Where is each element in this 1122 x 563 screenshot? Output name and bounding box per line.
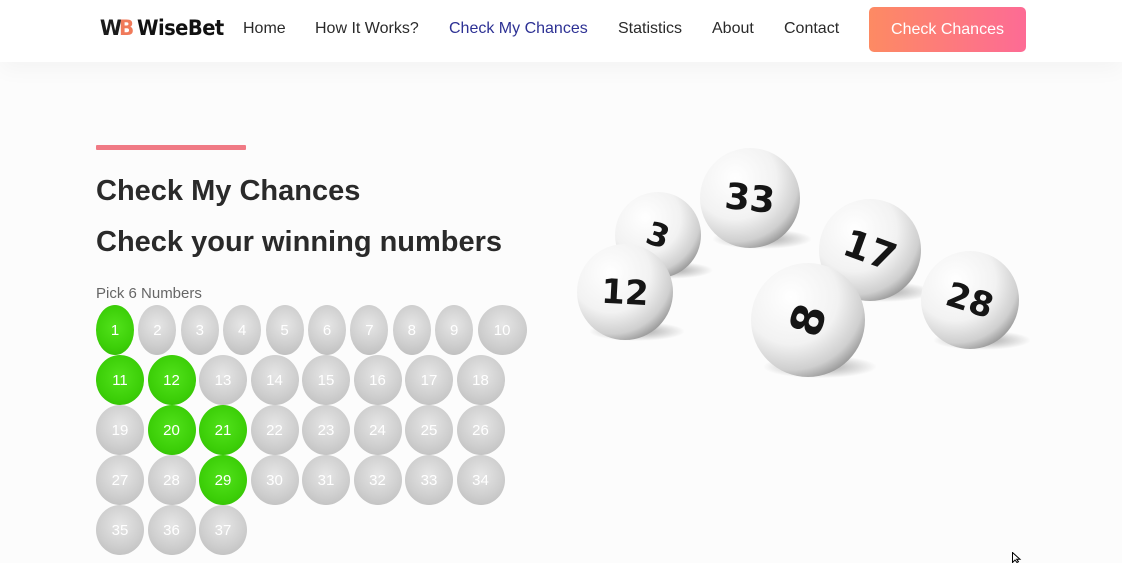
number-ball-2[interactable]: 2 [138, 305, 177, 355]
number-ball-37[interactable]: 37 [199, 505, 247, 555]
lottery-ball-number: 33 [723, 176, 777, 222]
number-ball-11[interactable]: 11 [96, 355, 144, 405]
number-ball-26[interactable]: 26 [456, 405, 505, 455]
number-ball-6[interactable]: 6 [308, 305, 346, 355]
number-ball-5[interactable]: 5 [265, 305, 304, 355]
page-subtitle: Check your winning numbers [96, 226, 503, 258]
logo-mark: WB [99, 16, 134, 40]
number-ball-24[interactable]: 24 [353, 405, 402, 455]
number-ball-7[interactable]: 7 [350, 305, 389, 355]
number-ball-25[interactable]: 25 [405, 405, 453, 455]
number-ball-19[interactable]: 19 [96, 405, 144, 455]
number-ball-29[interactable]: 29 [199, 455, 247, 505]
number-ball-36[interactable]: 36 [147, 505, 196, 555]
number-ball-13[interactable]: 13 [199, 355, 247, 405]
number-ball-34[interactable]: 34 [456, 455, 505, 505]
number-ball-17[interactable]: 17 [405, 355, 453, 405]
lottery-ball-number: 12 [600, 272, 649, 314]
number-ball-35[interactable]: 35 [96, 505, 144, 555]
pick-numbers-label: Pick 6 Numbers [96, 285, 202, 302]
logo-text: WiseBet [137, 16, 224, 40]
nav-how-it-works[interactable]: How It Works? [315, 20, 419, 38]
number-ball-30[interactable]: 30 [250, 455, 299, 505]
number-ball-32[interactable]: 32 [353, 455, 402, 505]
number-ball-23[interactable]: 23 [302, 405, 350, 455]
number-ball-16[interactable]: 16 [353, 355, 402, 405]
mouse-cursor-icon [1012, 552, 1022, 563]
number-ball-31[interactable]: 31 [302, 455, 350, 505]
top-navbar: WB WiseBet Home How It Works? Check My C… [0, 0, 1122, 62]
check-chances-button[interactable]: Check Chances [869, 7, 1026, 52]
number-ball-4[interactable]: 4 [223, 305, 262, 355]
nav-home[interactable]: Home [243, 20, 286, 38]
number-ball-10[interactable]: 10 [477, 305, 527, 355]
number-ball-15[interactable]: 15 [302, 355, 350, 405]
number-ball-12[interactable]: 12 [147, 355, 196, 405]
number-ball-20[interactable]: 20 [147, 405, 196, 455]
number-ball-8[interactable]: 8 [392, 305, 431, 355]
number-ball-33[interactable]: 33 [405, 455, 453, 505]
nav-statistics[interactable]: Statistics [618, 20, 682, 38]
number-ball-22[interactable]: 22 [250, 405, 299, 455]
nav-contact[interactable]: Contact [784, 20, 839, 38]
number-ball-1[interactable]: 1 [96, 305, 134, 355]
nav-check-my-chances[interactable]: Check My Chances [449, 20, 588, 38]
logo[interactable]: WB WiseBet [99, 16, 230, 40]
lottery-balls-image: 33317128 28 [577, 148, 1031, 379]
page-title: Check My Chances [96, 175, 361, 207]
number-ball-27[interactable]: 27 [96, 455, 144, 505]
nav-about[interactable]: About [712, 20, 754, 38]
number-ball-3[interactable]: 3 [180, 305, 219, 355]
title-accent-line [96, 145, 246, 150]
number-ball-28[interactable]: 28 [147, 455, 196, 505]
number-ball-9[interactable]: 9 [435, 305, 474, 355]
number-ball-21[interactable]: 21 [199, 405, 247, 455]
number-ball-18[interactable]: 18 [456, 355, 505, 405]
number-ball-14[interactable]: 14 [250, 355, 299, 405]
